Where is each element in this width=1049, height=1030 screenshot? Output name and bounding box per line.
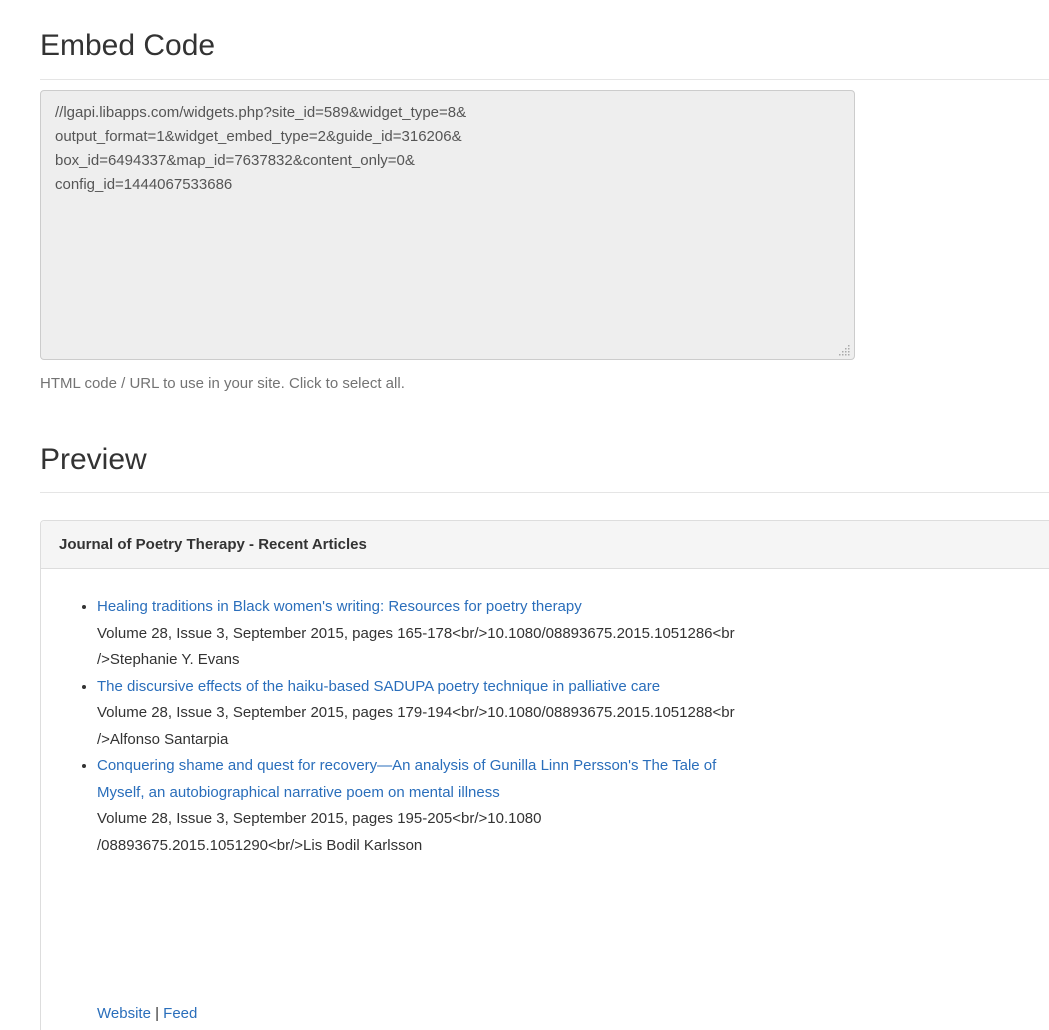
article-meta: /08893675.2015.1051290<br/>Lis Bodil Kar… [97, 836, 423, 854]
list-item: Healing traditions in Black women's writ… [97, 594, 1049, 674]
embed-code-textarea[interactable]: //lgapi.libapps.com/widgets.php?site_id=… [40, 90, 855, 360]
embed-heading-divider [40, 79, 1049, 80]
list-item: Conquering shame and quest for recovery—… [97, 753, 1049, 859]
embed-code-text: //lgapi.libapps.com/widgets.php?site_id=… [55, 101, 836, 197]
resize-grip-icon[interactable] [839, 344, 851, 356]
preview-heading: Preview [40, 443, 147, 476]
article-meta: />Alfonso Santarpia [97, 730, 229, 748]
embed-code-line: //lgapi.libapps.com/widgets.php?site_id=… [55, 104, 467, 121]
website-link[interactable]: Website [97, 1005, 151, 1022]
article-list: Healing traditions in Black women's writ… [97, 594, 1049, 859]
widget-embed-page: Embed Code //lgapi.libapps.com/widgets.p… [0, 0, 1049, 1030]
embed-code-line: config_id=1444067533686 [55, 176, 233, 193]
preview-heading-divider [40, 492, 1049, 493]
embed-code-line: box_id=6494337&map_id=7637832&content_on… [55, 152, 415, 169]
embed-help-text: HTML code / URL to use in your site. Cli… [40, 375, 405, 392]
embed-code-line: output_format=1&widget_embed_type=2&guid… [55, 128, 462, 145]
list-item: The discursive effects of the haiku-base… [97, 674, 1049, 754]
feed-link[interactable]: Feed [163, 1005, 197, 1022]
panel-footer-links: Website | Feed [97, 1004, 197, 1024]
embed-code-heading: Embed Code [40, 29, 216, 62]
panel-title: Journal of Poetry Therapy - Recent Artic… [41, 521, 1049, 569]
article-title-line: Conquering shame and quest for recovery—… [97, 757, 717, 774]
article-meta: Volume 28, Issue 3, September 2015, page… [97, 704, 735, 721]
article-meta: />Stephanie Y. Evans [97, 651, 240, 668]
preview-panel: Journal of Poetry Therapy - Recent Artic… [40, 520, 1049, 1030]
link-separator: | [155, 1005, 159, 1022]
article-meta: Volume 28, Issue 3, September 2015, page… [97, 810, 542, 827]
article-meta: Volume 28, Issue 3, September 2015, page… [97, 624, 735, 642]
article-title-line: Myself, an autobiographical narrative po… [97, 783, 500, 801]
article-title-link[interactable]: Conquering shame and quest for recovery—… [97, 757, 716, 801]
article-title-link[interactable]: Healing traditions in Black women's writ… [97, 598, 582, 615]
article-title-link[interactable]: The discursive effects of the haiku-base… [97, 678, 660, 695]
